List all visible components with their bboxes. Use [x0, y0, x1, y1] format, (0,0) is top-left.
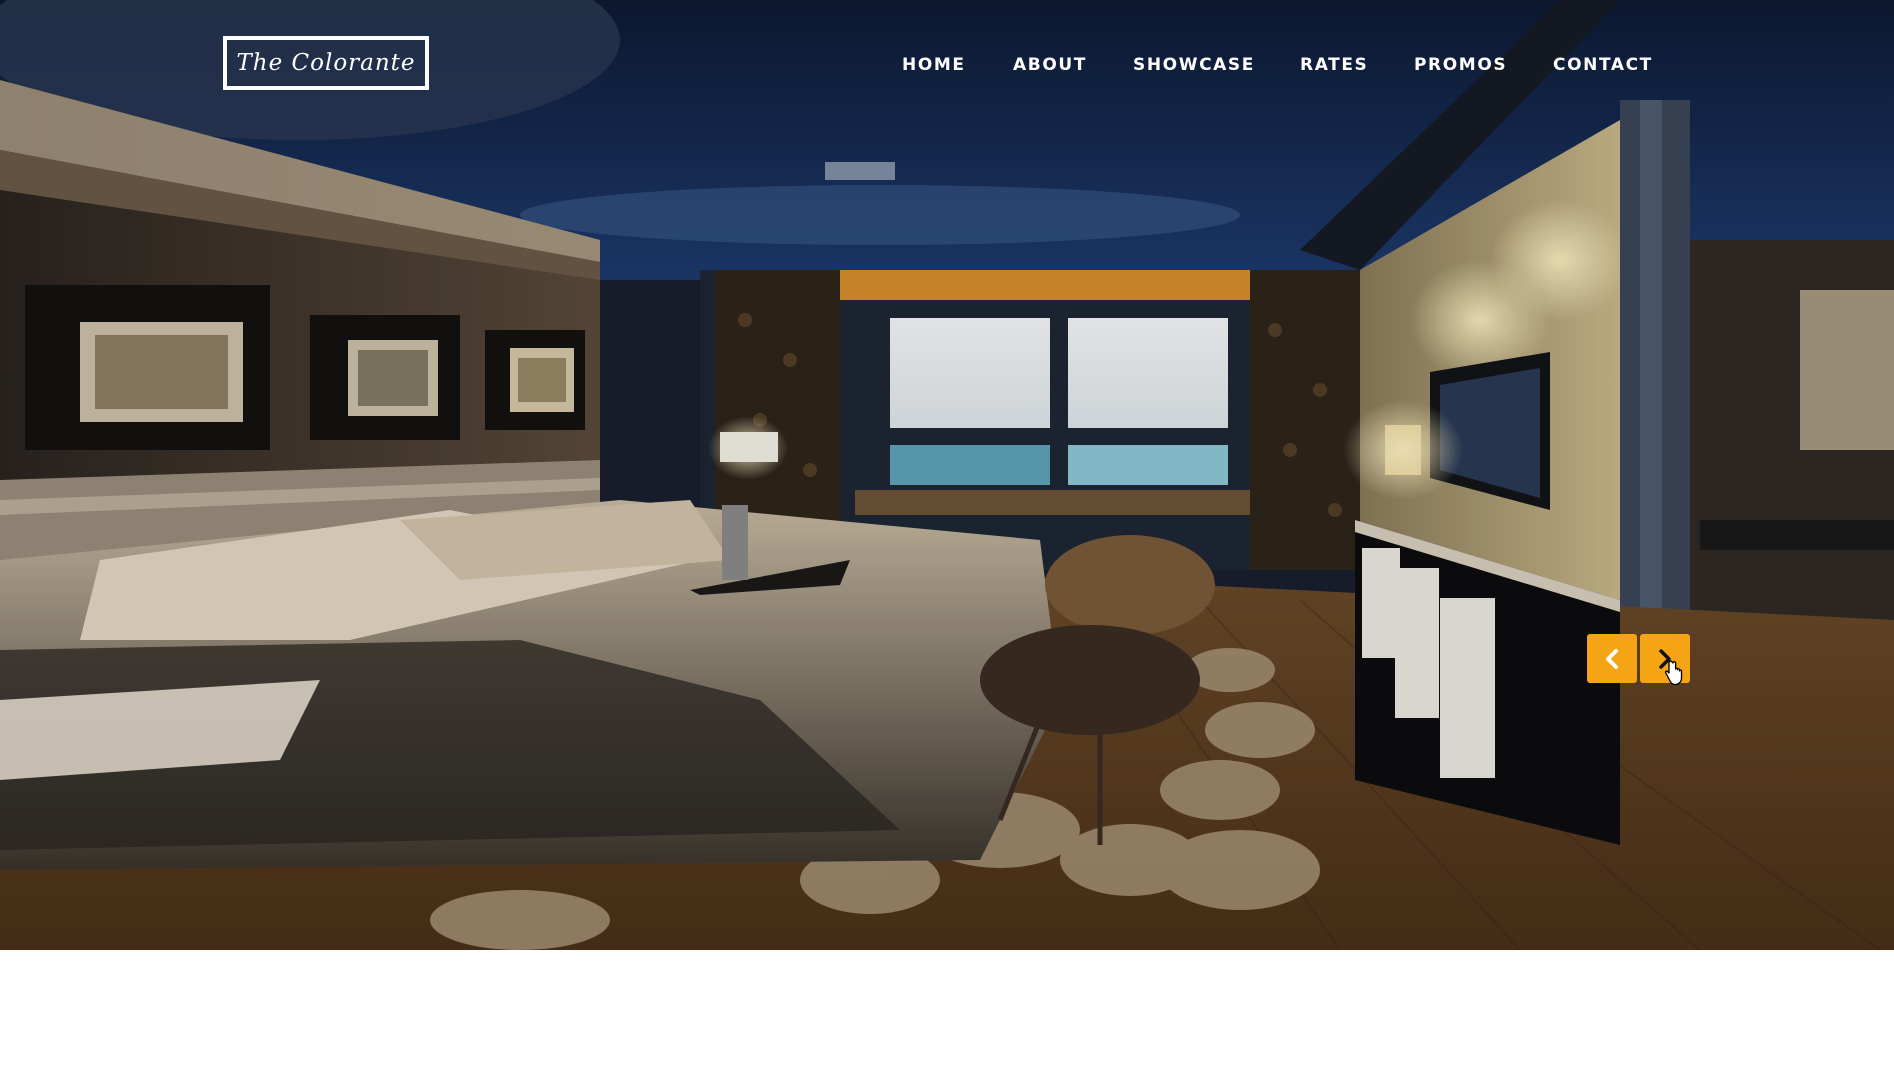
below-hero-section — [0, 950, 1894, 1065]
hero-slide-image — [0, 0, 1894, 950]
nav-item-promos[interactable]: PROMOS — [1414, 52, 1507, 78]
carousel-next-button[interactable] — [1640, 634, 1690, 683]
carousel-prev-button[interactable] — [1587, 634, 1637, 683]
nav-item-rates[interactable]: RATES — [1300, 52, 1368, 78]
nav-item-home[interactable]: HOME — [902, 52, 966, 78]
chevron-right-icon — [1659, 648, 1671, 669]
chevron-left-icon — [1606, 648, 1618, 669]
nav-item-contact[interactable]: CONTACT — [1553, 52, 1653, 78]
nav-item-showcase[interactable]: SHOWCASE — [1133, 52, 1255, 78]
nav-item-about[interactable]: ABOUT — [1013, 52, 1087, 78]
hero-carousel: The Colorante HOME ABOUT SHOWCASE RATES … — [0, 0, 1894, 950]
main-nav: HOME ABOUT SHOWCASE RATES PROMOS CONTACT — [0, 52, 1652, 78]
page: The Colorante HOME ABOUT SHOWCASE RATES … — [0, 0, 1894, 1065]
